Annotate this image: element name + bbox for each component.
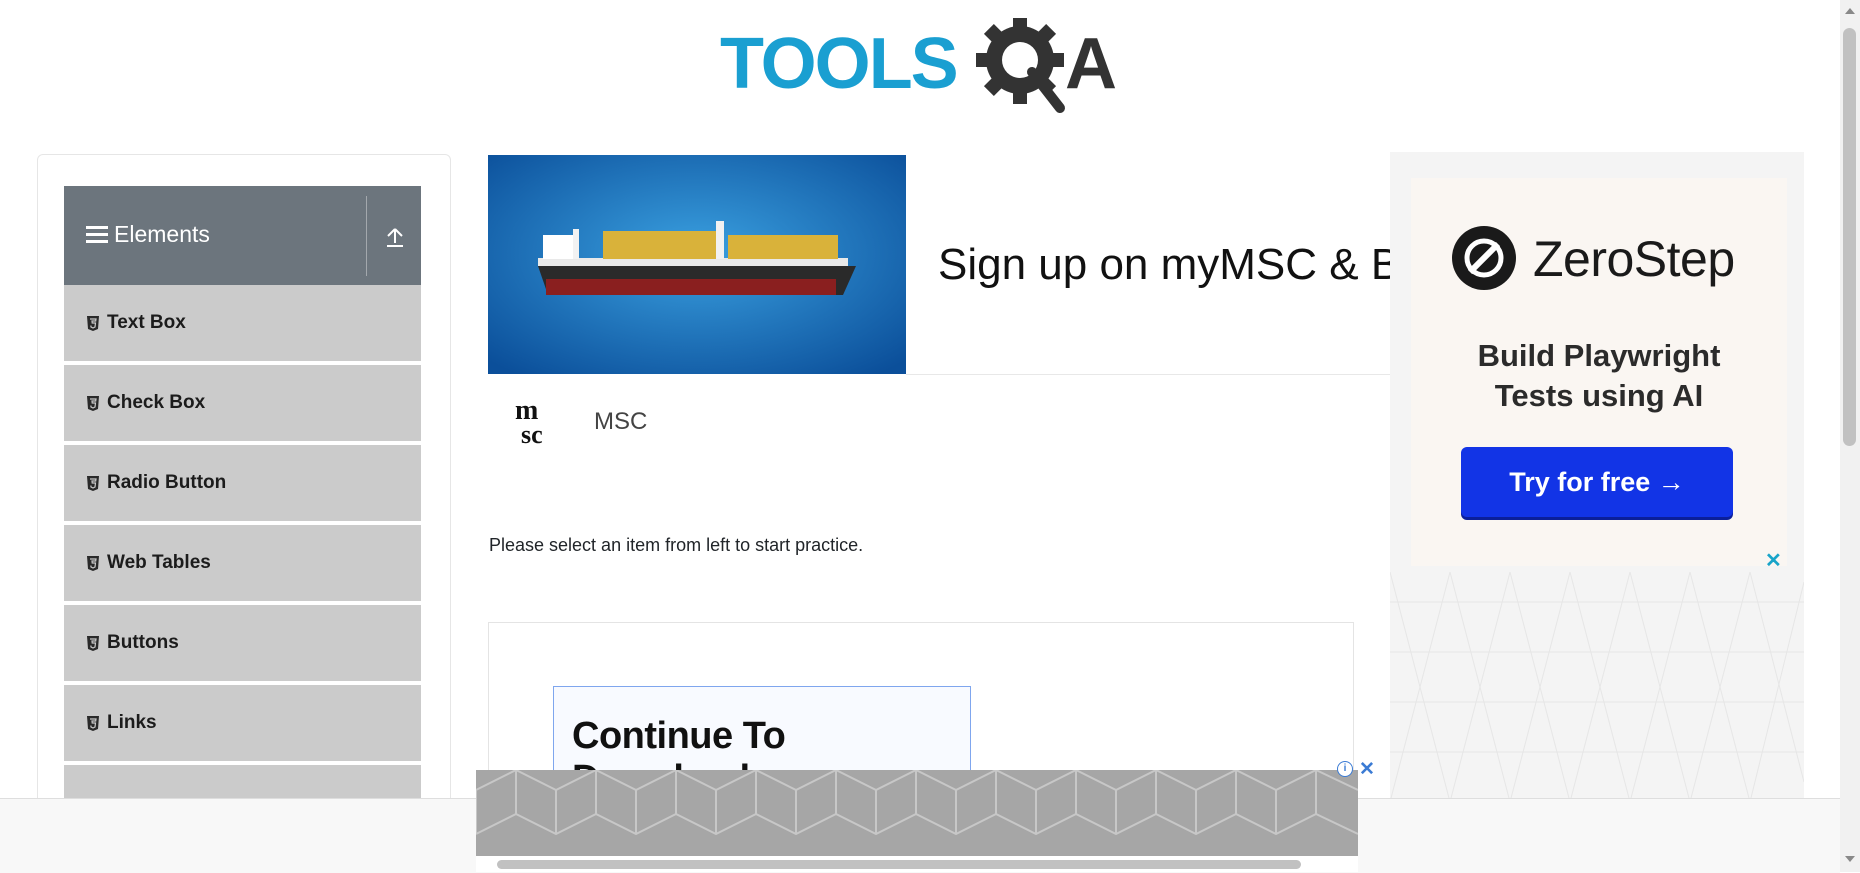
zerostep-card: ZeroStep Build Playwright Tests using AI… xyxy=(1411,178,1787,566)
sidebar-item-label: Buttons xyxy=(107,632,179,653)
html5-icon xyxy=(87,316,99,331)
zerostep-tagline: Build Playwright Tests using AI xyxy=(1411,336,1787,416)
sidebar-item-links[interactable]: Links xyxy=(64,685,421,763)
zerostep-brand: ZeroStep xyxy=(1533,231,1735,287)
sidebar-item-web-tables[interactable]: Web Tables xyxy=(64,525,421,603)
ad-separator xyxy=(906,374,1406,375)
sticky-ad-close-icon[interactable]: ✕ xyxy=(1359,758,1375,781)
sidebar-item-label: Web Tables xyxy=(107,552,211,573)
elements-group-header[interactable]: Elements xyxy=(64,186,421,285)
page-scroll-thumb[interactable] xyxy=(1843,28,1856,446)
group-title: Elements xyxy=(114,221,210,247)
html5-icon xyxy=(87,396,99,411)
msc-logo[interactable]: m sc xyxy=(513,395,567,447)
sidebar: Elements Text Box Check Box Radio Button… xyxy=(37,154,451,836)
sidebar-item-buttons[interactable]: Buttons xyxy=(64,605,421,683)
gear-magnifier-icon xyxy=(976,18,1065,113)
sidebar-item-check-box[interactable]: Check Box xyxy=(64,365,421,443)
sidebar-item-label: Check Box xyxy=(107,392,206,413)
sticky-ad-scroll-thumb[interactable] xyxy=(497,860,1301,869)
zerostep-ad[interactable]: ZeroStep Build Playwright Tests using AI… xyxy=(1390,152,1804,802)
html5-icon xyxy=(87,556,99,571)
sidebar-item-label: Radio Button xyxy=(107,472,227,493)
sticky-ad-pattern xyxy=(476,770,1358,856)
ad-close-icon[interactable]: ✕ xyxy=(1765,548,1782,573)
html5-icon xyxy=(87,636,99,651)
msc-ad-banner[interactable]: Sign up on myMSC & B xyxy=(488,155,1406,375)
try-for-free-button[interactable]: Try for free → xyxy=(1461,447,1733,517)
tagline-line-2: Tests using AI xyxy=(1494,378,1704,413)
tagline-line-1: Build Playwright xyxy=(1477,338,1721,373)
logo-a: A xyxy=(1065,24,1117,104)
scroll-up-arrow-icon[interactable] xyxy=(1843,4,1857,18)
scroll-down-arrow-icon[interactable] xyxy=(1843,852,1857,866)
sticky-bottom-ad[interactable]: i ✕ xyxy=(476,759,1375,872)
advertiser-name[interactable]: MSC xyxy=(594,408,647,436)
intro-text: Please select an item from left to start… xyxy=(489,535,864,555)
ad-info-icon[interactable]: i xyxy=(1337,761,1353,777)
html5-icon xyxy=(87,476,99,491)
toolsqa-logo[interactable]: TOOLS A xyxy=(720,18,1125,118)
upload-arrow-icon[interactable] xyxy=(380,222,410,252)
ad-headline: Sign up on myMSC & B xyxy=(938,240,1401,289)
msc-logo-bottom: sc xyxy=(521,420,543,447)
sidebar-item-label: Links xyxy=(107,712,157,733)
sidebar-item-label: Text Box xyxy=(107,312,186,333)
html5-icon xyxy=(87,716,99,731)
menu-icon xyxy=(86,226,108,243)
cargo-ship-image xyxy=(488,155,906,374)
logo-text: TOOLS xyxy=(720,24,957,104)
sidebar-item-text-box[interactable]: Text Box xyxy=(64,285,421,363)
header-divider xyxy=(366,196,367,276)
zerostep-logo-icon xyxy=(1452,226,1516,290)
sidebar-item-radio-button[interactable]: Radio Button xyxy=(64,445,421,523)
